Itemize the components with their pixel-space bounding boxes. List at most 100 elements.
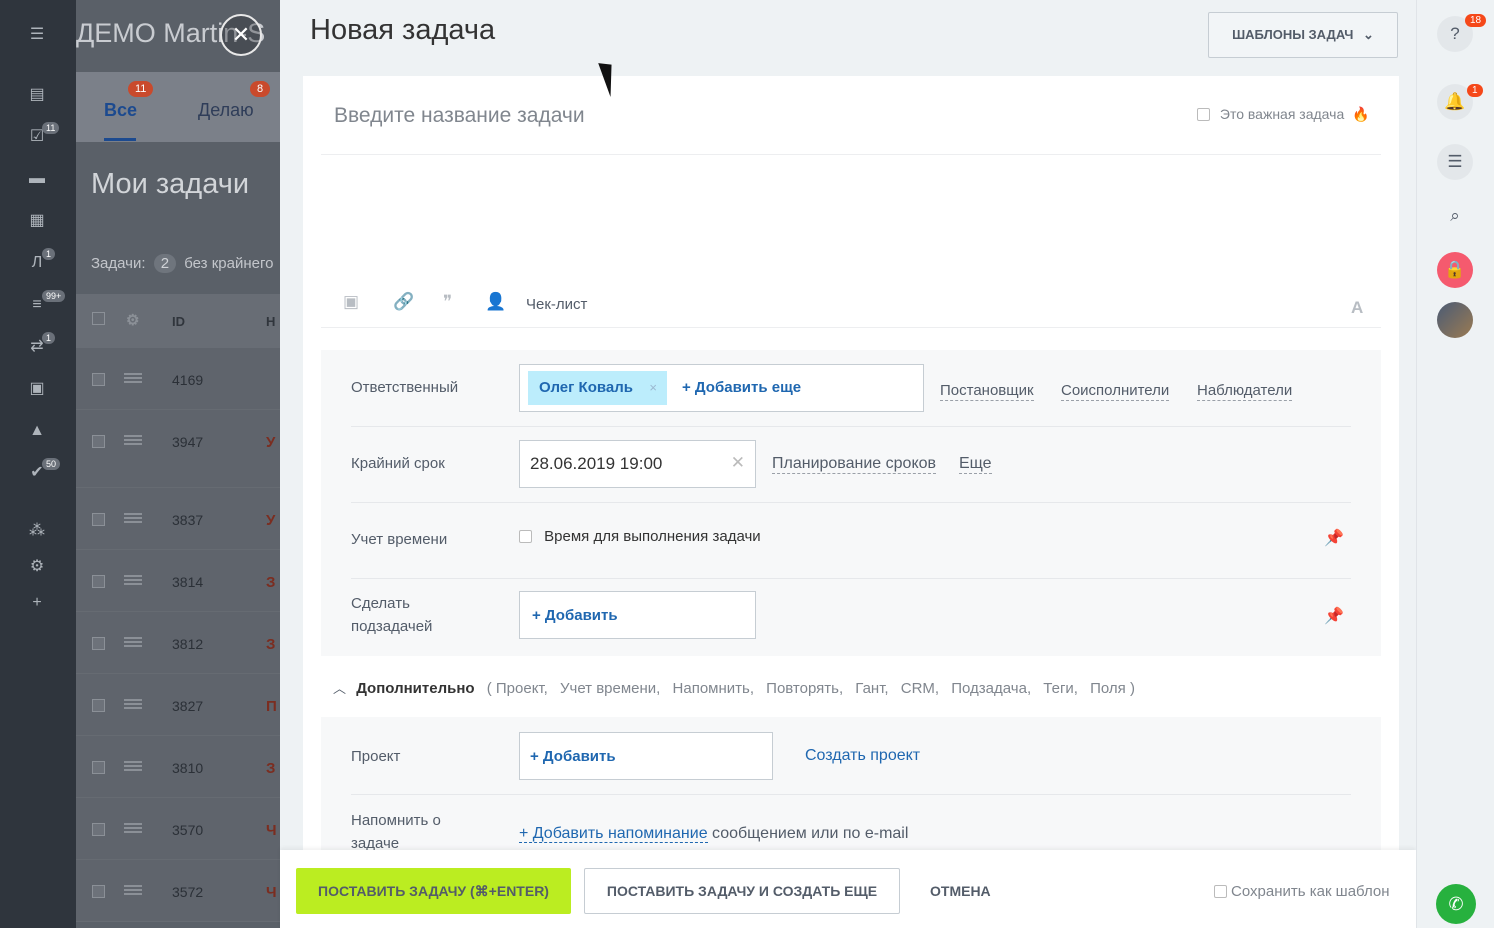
messages-icon[interactable]: ☰ <box>1437 144 1473 180</box>
row-name[interactable]: З <box>266 636 275 653</box>
table-row[interactable]: 3572 Ч <box>76 860 280 922</box>
pin-icon[interactable]: 📌 <box>1324 606 1344 626</box>
close-slider-button[interactable]: ✕ <box>220 14 262 56</box>
table-row[interactable]: 3810 З <box>76 736 280 798</box>
additional-item[interactable]: Подзадача, <box>951 680 1031 697</box>
observers-link[interactable]: Наблюдатели <box>1197 382 1293 401</box>
row-name[interactable]: У <box>266 512 275 529</box>
tab-all[interactable]: Все <box>104 100 137 121</box>
additional-item[interactable]: CRM, <box>901 680 939 697</box>
calendar-icon[interactable]: ▦ <box>26 210 48 232</box>
row-name[interactable]: Ч <box>266 884 277 901</box>
table-row[interactable]: 3837 У <box>76 488 280 550</box>
add-reminder-link[interactable]: + Добавить напоминание <box>519 825 708 843</box>
row-checkbox[interactable] <box>92 513 105 526</box>
row-menu-icon[interactable] <box>124 761 142 771</box>
row-checkbox[interactable] <box>92 575 105 588</box>
add-icon[interactable]: + <box>26 592 48 614</box>
row-menu-icon[interactable] <box>124 373 142 383</box>
additional-item[interactable]: Напомнить, <box>673 680 754 697</box>
row-checkbox[interactable] <box>92 637 105 650</box>
row-menu-icon[interactable] <box>124 513 142 523</box>
select-all-checkbox[interactable] <box>92 312 105 325</box>
row-menu-icon[interactable] <box>124 885 142 895</box>
chat-icon[interactable]: ▬ <box>26 168 48 190</box>
additional-section-toggle[interactable]: ︿ Дополнительно ( Проект, Учет времени, … <box>333 678 1143 697</box>
sites-icon[interactable]: ▲ <box>26 420 48 442</box>
important-task-toggle[interactable]: Это важная задача 🔥 <box>1197 106 1370 123</box>
row-menu-icon[interactable] <box>124 575 142 585</box>
settings-icon[interactable]: ⚙ <box>26 556 48 578</box>
submit-task-button[interactable]: ПОСТАВИТЬ ЗАДАЧУ (⌘+ENTER) <box>296 868 571 914</box>
column-id[interactable]: ID <box>172 314 185 329</box>
row-menu-icon[interactable] <box>124 435 142 445</box>
planning-link[interactable]: Планирование сроков <box>772 454 937 474</box>
add-more-responsible-link[interactable]: + Добавить еще <box>682 379 801 396</box>
row-checkbox[interactable] <box>92 373 105 386</box>
save-as-template-toggle[interactable]: Сохранить как шаблон <box>1214 883 1390 900</box>
row-checkbox[interactable] <box>92 761 105 774</box>
row-checkbox[interactable] <box>92 823 105 836</box>
row-menu-icon[interactable] <box>124 637 142 647</box>
project-add-button[interactable]: + Добавить <box>519 732 773 780</box>
time-tracking-toggle[interactable]: Время для выполнения задачи <box>519 528 761 545</box>
responsible-field[interactable]: Олег Коваль × + Добавить еще <box>519 364 924 412</box>
table-row[interactable]: 3812 З <box>76 612 280 674</box>
row-name[interactable]: З <box>266 760 275 777</box>
table-row[interactable]: 3570 Ч <box>76 798 280 860</box>
feed-icon[interactable]: ▤ <box>26 84 48 106</box>
additional-item[interactable]: Повторять, <box>766 680 843 697</box>
important-checkbox[interactable] <box>1197 108 1210 121</box>
avatar[interactable] <box>1437 302 1473 338</box>
contacts-icon[interactable]: ▣ <box>26 378 48 400</box>
create-project-link[interactable]: Создать проект <box>805 747 920 765</box>
table-row[interactable]: 3814 З <box>76 550 280 612</box>
row-checkbox[interactable] <box>92 435 105 448</box>
text-format-icon[interactable]: A <box>1351 298 1363 318</box>
row-name[interactable]: З <box>266 574 275 591</box>
additional-item[interactable]: Теги, <box>1043 680 1078 697</box>
remove-tag-icon[interactable]: × <box>649 371 657 405</box>
additional-item[interactable]: ( Проект, <box>487 680 548 697</box>
file-icon[interactable]: ▣ <box>343 292 359 312</box>
cancel-button[interactable]: ОТМЕНА <box>930 883 991 899</box>
row-menu-icon[interactable] <box>124 699 142 709</box>
gear-icon[interactable]: ⚙ <box>126 311 139 329</box>
save-template-checkbox[interactable] <box>1214 885 1227 898</box>
row-name[interactable]: У <box>266 434 275 451</box>
row-checkbox[interactable] <box>92 885 105 898</box>
tab-doing[interactable]: Делаю <box>198 100 254 121</box>
table-row[interactable]: 4169 <box>76 348 280 410</box>
responsible-tag[interactable]: Олег Коваль × <box>528 371 667 405</box>
phone-icon[interactable]: ✆ <box>1436 884 1476 924</box>
subtask-add-button[interactable]: + Добавить <box>519 591 756 639</box>
quote-icon[interactable]: ❞ <box>443 292 452 312</box>
creator-link[interactable]: Постановщик <box>940 382 1034 401</box>
search-icon[interactable]: ⌕ <box>1437 198 1473 234</box>
more-link[interactable]: Еще <box>959 454 992 474</box>
pin-icon[interactable]: 📌 <box>1324 528 1344 548</box>
clear-deadline-icon[interactable]: ✕ <box>731 453 745 473</box>
task-title-input[interactable]: Введите название задачи <box>334 104 585 128</box>
menu-icon[interactable]: ☰ <box>26 24 48 46</box>
row-name[interactable]: Ч <box>266 822 277 839</box>
additional-item[interactable]: Учет времени, <box>560 680 660 697</box>
task-templates-button[interactable]: ШАБЛОНЫ ЗАДАЧ ⌄ <box>1208 12 1398 58</box>
structure-icon[interactable]: ⁂ <box>26 520 48 542</box>
coexecutors-link[interactable]: Соисполнители <box>1061 382 1170 401</box>
filter-count[interactable]: 2 <box>153 254 177 273</box>
table-row[interactable]: 3947 У <box>76 410 280 488</box>
checklist-button[interactable]: Чек-лист <box>526 296 587 313</box>
deadline-input[interactable]: 28.06.2019 19:00 ✕ <box>519 440 756 488</box>
column-name[interactable]: Н <box>266 314 275 329</box>
mention-icon[interactable]: 👤 <box>485 292 506 312</box>
link-icon[interactable]: 🔗 <box>393 292 414 312</box>
additional-item[interactable]: Гант, <box>855 680 888 697</box>
row-name[interactable]: П <box>266 698 277 715</box>
row-menu-icon[interactable] <box>124 823 142 833</box>
additional-item[interactable]: Поля ) <box>1090 680 1135 697</box>
submit-and-create-button[interactable]: ПОСТАВИТЬ ЗАДАЧУ И СОЗДАТЬ ЕЩЕ <box>584 868 900 914</box>
row-checkbox[interactable] <box>92 699 105 712</box>
lock-icon[interactable]: 🔒 <box>1437 252 1473 288</box>
time-tracking-checkbox[interactable] <box>519 530 532 543</box>
